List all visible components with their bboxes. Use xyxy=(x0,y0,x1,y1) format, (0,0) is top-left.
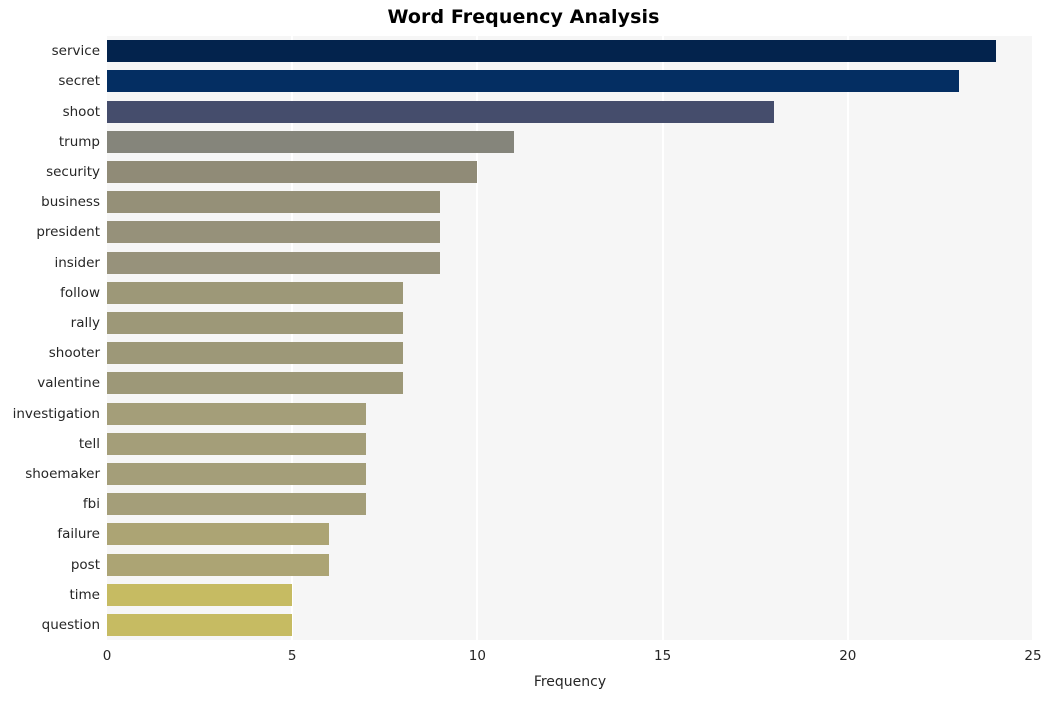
x-axis-tick-label: 5 xyxy=(287,648,297,664)
y-axis-tick-label: service xyxy=(51,43,100,60)
bar[interactable] xyxy=(107,493,367,516)
bar[interactable] xyxy=(107,432,367,455)
bar-row[interactable] xyxy=(107,311,1033,334)
y-axis-tick-labels: service secret shoot trump security business p… xyxy=(0,36,100,640)
y-axis-tick-label: secret xyxy=(58,73,100,90)
bar-row[interactable] xyxy=(107,402,1033,425)
chart-title: Word Frequency Analysis xyxy=(387,6,660,28)
bar-row[interactable] xyxy=(107,130,1033,153)
bar-row[interactable] xyxy=(107,583,1033,606)
x-axis-tick-labels: 0 5 10 15 20 25 xyxy=(0,648,1047,670)
bar-row[interactable] xyxy=(107,191,1033,214)
bar-row[interactable] xyxy=(107,342,1033,365)
bar-row[interactable] xyxy=(107,221,1033,244)
y-axis-tick-label: shooter xyxy=(48,345,100,362)
x-axis-title: Frequency xyxy=(533,674,607,690)
plot-area xyxy=(107,36,1033,640)
y-axis-tick-label: post xyxy=(70,556,100,573)
bar-row[interactable] xyxy=(107,462,1033,485)
bar-row[interactable] xyxy=(107,523,1033,546)
x-axis-tick-label: 10 xyxy=(468,648,486,664)
y-axis-tick-label: investigation xyxy=(12,405,100,422)
y-axis-tick-label: president xyxy=(36,224,100,241)
gridline xyxy=(476,36,479,640)
gridline xyxy=(1032,36,1033,640)
bar-row[interactable] xyxy=(107,613,1033,636)
bar[interactable] xyxy=(107,251,441,274)
y-axis-tick-label: failure xyxy=(57,526,100,543)
y-axis-tick-label: time xyxy=(69,586,100,603)
y-axis-tick-label: question xyxy=(41,616,100,633)
bar[interactable] xyxy=(107,281,404,304)
y-axis-tick-label: follow xyxy=(60,284,100,301)
bar-row[interactable] xyxy=(107,100,1033,123)
bar[interactable] xyxy=(107,402,367,425)
y-axis-tick-label: trump xyxy=(58,133,100,150)
x-axis-tick-label: 25 xyxy=(1024,648,1042,664)
y-axis-tick-label: insider xyxy=(54,254,100,271)
gridline xyxy=(661,36,664,640)
y-axis-tick-label: tell xyxy=(78,435,100,452)
x-axis-tick-label: 20 xyxy=(839,648,857,664)
bar-row[interactable] xyxy=(107,281,1033,304)
bar[interactable] xyxy=(107,311,404,334)
bar-row[interactable] xyxy=(107,70,1033,93)
bar[interactable] xyxy=(107,221,441,244)
bar-row[interactable] xyxy=(107,40,1033,63)
y-axis-tick-label: business xyxy=(41,194,100,211)
bar[interactable] xyxy=(107,523,330,546)
bar[interactable] xyxy=(107,70,959,93)
bar[interactable] xyxy=(107,130,515,153)
gridline xyxy=(846,36,849,640)
bar[interactable] xyxy=(107,462,367,485)
x-axis-tick-label: 0 xyxy=(102,648,112,664)
y-axis-tick-label: valentine xyxy=(37,375,100,392)
x-axis-tick-label: 15 xyxy=(654,648,672,664)
y-axis-tick-label: rally xyxy=(70,314,100,331)
bar-row[interactable] xyxy=(107,493,1033,516)
y-axis-tick-label: security xyxy=(46,163,100,180)
gridline xyxy=(291,36,294,640)
bar[interactable] xyxy=(107,40,996,63)
bar[interactable] xyxy=(107,160,478,183)
bar-row[interactable] xyxy=(107,251,1033,274)
y-axis-tick-label: shoot xyxy=(62,103,100,120)
bar[interactable] xyxy=(107,613,293,636)
bar[interactable] xyxy=(107,342,404,365)
bar-row[interactable] xyxy=(107,160,1033,183)
bar[interactable] xyxy=(107,191,441,214)
y-axis-tick-label: shoemaker xyxy=(25,465,100,482)
bar[interactable] xyxy=(107,583,293,606)
bar-row[interactable] xyxy=(107,553,1033,576)
word-frequency-chart: Word Frequency Analysis service secret sho… xyxy=(0,0,1047,701)
bar-row[interactable] xyxy=(107,372,1033,395)
y-axis-tick-label: fbi xyxy=(82,496,100,513)
bar[interactable] xyxy=(107,100,774,123)
bar[interactable] xyxy=(107,553,330,576)
bar-row[interactable] xyxy=(107,432,1033,455)
bar[interactable] xyxy=(107,372,404,395)
